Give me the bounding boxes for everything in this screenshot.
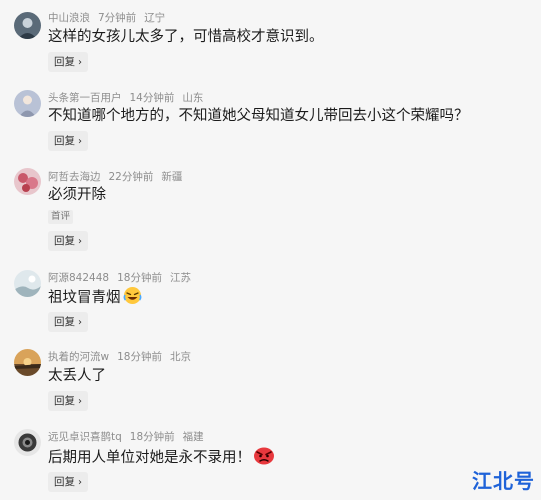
reply-button[interactable]: 回复 › (48, 472, 88, 492)
avatar[interactable] (14, 168, 41, 195)
comment-time: 22分钟前 (108, 171, 154, 183)
comment-meta: 执着的河流w 18分钟前 北京 (48, 350, 199, 364)
reply-label: 回复 (54, 395, 75, 407)
username[interactable]: 远见卓识喜鹊tq (48, 431, 122, 443)
comment-location: 辽宁 (144, 12, 166, 24)
first-comment-badge: 首评 (48, 210, 74, 224)
reply-button[interactable]: 回复 › (48, 131, 88, 151)
reply-label: 回复 (54, 235, 75, 247)
reply-label: 回复 (54, 56, 75, 68)
chevron-right-icon: › (78, 477, 82, 488)
avatar[interactable] (14, 12, 41, 39)
comment-time: 14分钟前 (129, 92, 175, 104)
comment-text: 祖坟冒青烟 (48, 286, 142, 311)
comment-time: 18分钟前 (129, 431, 175, 443)
comment-meta: 阿哲去海边 22分钟前 新疆 (48, 170, 190, 184)
watermark: 江北号 (472, 469, 535, 493)
chevron-right-icon: › (78, 236, 82, 247)
comment-location: 江苏 (169, 272, 191, 284)
comment-time: 18分钟前 (117, 272, 162, 284)
laughing-crying-emoji-icon (123, 286, 142, 311)
chevron-right-icon: › (78, 136, 82, 147)
avatar[interactable] (14, 270, 41, 297)
comment-time: 7分钟前 (98, 12, 137, 24)
chevron-right-icon: › (78, 57, 82, 68)
avatar[interactable] (14, 429, 41, 456)
comment-location: 山东 (182, 92, 204, 104)
comment-text: 这样的女孩儿太多了，可惜高校才意识到。 (48, 29, 324, 45)
reply-label: 回复 (54, 476, 75, 488)
comment-time: 18分钟前 (117, 351, 162, 363)
username[interactable]: 头条第一百用户 (48, 92, 122, 104)
comment-text-content: 祖坟冒青烟 (48, 290, 121, 306)
reply-button[interactable]: 回复 › (48, 52, 88, 72)
chevron-right-icon: › (78, 396, 82, 407)
reply-button[interactable]: 回复 › (48, 391, 88, 411)
comment-meta: 阿源842448 18分钟前 江苏 (48, 271, 199, 285)
comment-meta: 头条第一百用户 14分钟前 山东 (48, 91, 211, 105)
username[interactable]: 阿哲去海边 (48, 171, 101, 183)
avatar[interactable] (14, 90, 41, 117)
username[interactable]: 中山浪浪 (48, 12, 90, 24)
comment-text: 太丢人了 (48, 368, 106, 384)
angry-face-emoji-icon (253, 446, 275, 471)
comment-text: 后期用人单位对她是永不录用！ (48, 446, 275, 471)
reply-button[interactable]: 回复 › (48, 312, 88, 332)
reply-label: 回复 (54, 316, 75, 328)
username[interactable]: 阿源842448 (48, 272, 109, 284)
comment-location: 新疆 (161, 171, 183, 183)
username[interactable]: 执着的河流w (48, 351, 109, 363)
comment-location: 北京 (169, 351, 191, 363)
chevron-right-icon: › (78, 317, 82, 328)
reply-button[interactable]: 回复 › (48, 231, 88, 251)
comment-location: 福建 (182, 431, 204, 443)
avatar[interactable] (14, 349, 41, 376)
comment-text: 不知道哪个地方的，不知道她父母知道女儿带回去小这个荣耀吗？ (48, 108, 469, 124)
comment-text: 必须开除 (48, 187, 106, 203)
reply-label: 回复 (54, 135, 75, 147)
comment-meta: 中山浪浪 7分钟前 辽宁 (48, 11, 173, 25)
comment-meta: 远见卓识喜鹊tq 18分钟前 福建 (48, 430, 212, 444)
comment-text-content: 后期用人单位对她是永不录用！ (48, 450, 251, 466)
